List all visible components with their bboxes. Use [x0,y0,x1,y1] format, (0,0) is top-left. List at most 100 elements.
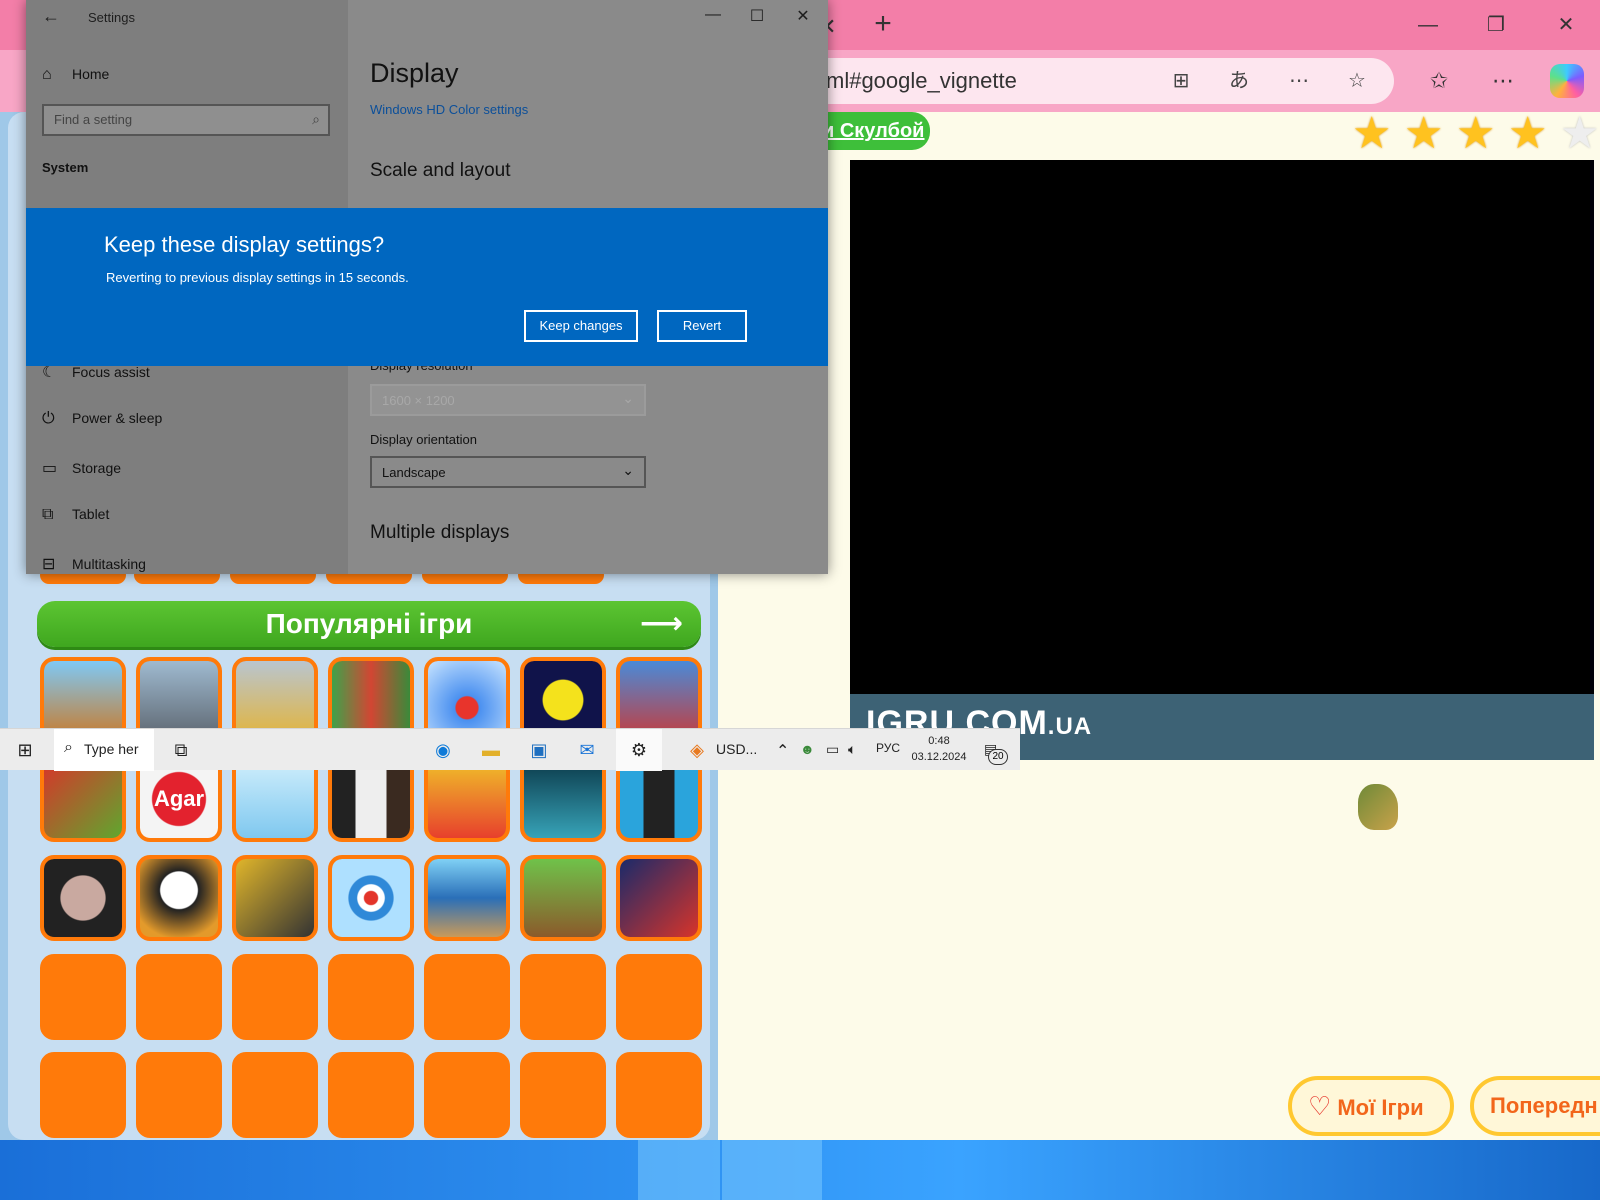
orientation-dropdown[interactable]: Landscape ⌄ [370,456,646,488]
user-icon[interactable]: ☻ [800,741,815,757]
address-bar[interactable]: ml#google_vignette ⊞ あ ⋯ ☆ [800,58,1394,104]
star-icon[interactable]: ★ [1352,112,1396,156]
new-tab-button[interactable]: + [866,8,900,42]
game-tile[interactable] [232,954,318,1040]
nav-storage[interactable]: ▭ Storage [42,458,121,478]
taskbar-search-input[interactable]: ⌕ Type her [54,729,154,771]
settings-maximize-button[interactable]: ☐ [742,6,772,30]
storage-icon: ▭ [42,460,58,477]
chevron-up-icon[interactable]: ⌃ [776,741,789,761]
site-link[interactable]: и Скулбой [812,112,930,150]
system-header: System [42,160,89,175]
language-indicator[interactable]: РУС [876,741,900,755]
network-icon[interactable]: ▭ [826,741,839,758]
game-tile[interactable] [616,1052,702,1138]
game-tile[interactable] [40,855,126,941]
clock[interactable]: 0:48 03.12.2024 [904,733,974,765]
star-icon[interactable]: ★ [1456,112,1500,156]
game-tile[interactable] [424,855,510,941]
more-options-icon[interactable]: ⋯ [1286,68,1312,94]
dialog-question: Keep these display settings? [104,232,385,257]
nav-multitasking[interactable]: ⊟ Multitasking [42,554,146,574]
game-video-player[interactable] [850,160,1594,694]
game-tile[interactable] [424,1052,510,1138]
start-windows-icon[interactable]: ⊞ [10,735,40,765]
keep-display-settings-dialog: Keep these display settings? Reverting t… [26,208,828,366]
chevron-down-icon: ⌄ [622,390,634,406]
game-tile[interactable] [136,855,222,941]
desktop-wallpaper [0,1140,1600,1200]
favorites-icon[interactable]: ✩ [1424,66,1454,96]
search-icon: ⌕ [64,739,73,756]
nav-power-sleep[interactable]: ⏻ Power & sleep [42,410,162,428]
copilot-icon[interactable] [1550,64,1584,98]
minimize-button[interactable]: — [1408,10,1448,40]
game-tile[interactable] [232,855,318,941]
orientation-label: Display orientation [370,432,477,447]
previous-button[interactable]: Попередн [1470,1076,1600,1136]
game-tile[interactable] [424,954,510,1040]
wallpaper-pane [722,1140,822,1200]
restore-button[interactable]: ❐ [1476,10,1516,40]
dialog-message: Reverting to previous display settings i… [106,270,409,285]
nav-home[interactable]: ⌂ Home [42,66,109,84]
star-icon[interactable]: ★ [1508,112,1552,156]
game-tile[interactable] [328,1052,414,1138]
hd-color-link[interactable]: Windows HD Color settings [370,102,528,117]
close-window-button[interactable]: ✕ [1546,10,1586,40]
game-tile[interactable] [136,954,222,1040]
multitasking-icon: ⊟ [42,556,56,573]
my-games-button[interactable]: ♡ Мої Ігри [1288,1076,1454,1136]
notification-badge: 20 [988,749,1008,765]
settings-minimize-button[interactable]: — [698,6,728,30]
game-tile[interactable] [40,1052,126,1138]
page-title: Display [370,58,459,88]
favorite-star-icon[interactable]: ☆ [1344,68,1370,94]
tablet-icon: ⧉ [42,506,54,523]
app-label[interactable]: USD... [716,741,757,757]
settings-close-button[interactable]: ✕ [788,6,818,30]
game-tile[interactable] [520,954,606,1040]
settings-search-input[interactable]: Find a setting ⌕ [42,104,330,136]
resolution-dropdown[interactable]: 1600 × 1200 ⌄ [370,384,646,416]
heart-icon: ♡ [1308,1091,1332,1121]
game-tile[interactable] [40,954,126,1040]
star-icon[interactable]: ★ [1404,112,1448,156]
file-explorer-icon[interactable]: ▬ [476,735,506,765]
app-available-icon[interactable]: ⊞ [1168,68,1194,94]
star-icon[interactable]: ★ [1560,112,1600,156]
taskbar: ⊞ ⌕ Type her ⧉ ◉ ▬ ▣ ✉ ⚙ ◈ USD... ⌃ ☻ ▭ … [0,728,1020,771]
clock-time: 0:48 [928,735,950,747]
game-tile[interactable] [616,954,702,1040]
revert-button[interactable]: Revert [657,310,747,342]
translate-icon[interactable]: あ [1226,68,1252,94]
edge-icon[interactable]: ◉ [428,735,458,765]
power-icon: ⏻ [42,410,55,427]
game-tile[interactable] [328,954,414,1040]
mail-icon[interactable]: ✉ [572,735,602,765]
search-icon: ⌕ [312,111,320,127]
store-icon[interactable]: ▣ [524,735,554,765]
multiple-displays-heading: Multiple displays [370,522,510,543]
settings-titlebar: ← Settings — ☐ ✕ [26,0,828,34]
game-tile[interactable] [520,1052,606,1138]
keep-changes-button[interactable]: Keep changes [524,310,638,342]
nav-tablet[interactable]: ⧉ Tablet [42,506,109,524]
game-tile[interactable] [520,855,606,941]
address-url[interactable]: ml#google_vignette [826,68,1017,94]
game-tile[interactable] [616,855,702,941]
scale-layout-heading: Scale and layout [370,160,511,181]
volume-icon[interactable]: 🔈︎ [848,741,856,758]
app-icon[interactable]: ◈ [682,735,712,765]
settings-more-icon[interactable]: ⋯ [1488,66,1518,96]
back-arrow-icon[interactable]: ← [42,6,60,27]
game-tile[interactable] [328,855,414,941]
wallpaper-pane [638,1140,720,1200]
soldier-icon[interactable] [1358,784,1398,830]
popular-games-header[interactable]: Популярні ігри ⟶ [37,601,701,647]
task-view-icon[interactable]: ⧉ [166,735,196,765]
game-tile[interactable] [232,1052,318,1138]
settings-gear-icon[interactable]: ⚙ [624,735,654,765]
game-tile[interactable] [136,1052,222,1138]
chevron-down-icon: ⌄ [622,462,634,478]
